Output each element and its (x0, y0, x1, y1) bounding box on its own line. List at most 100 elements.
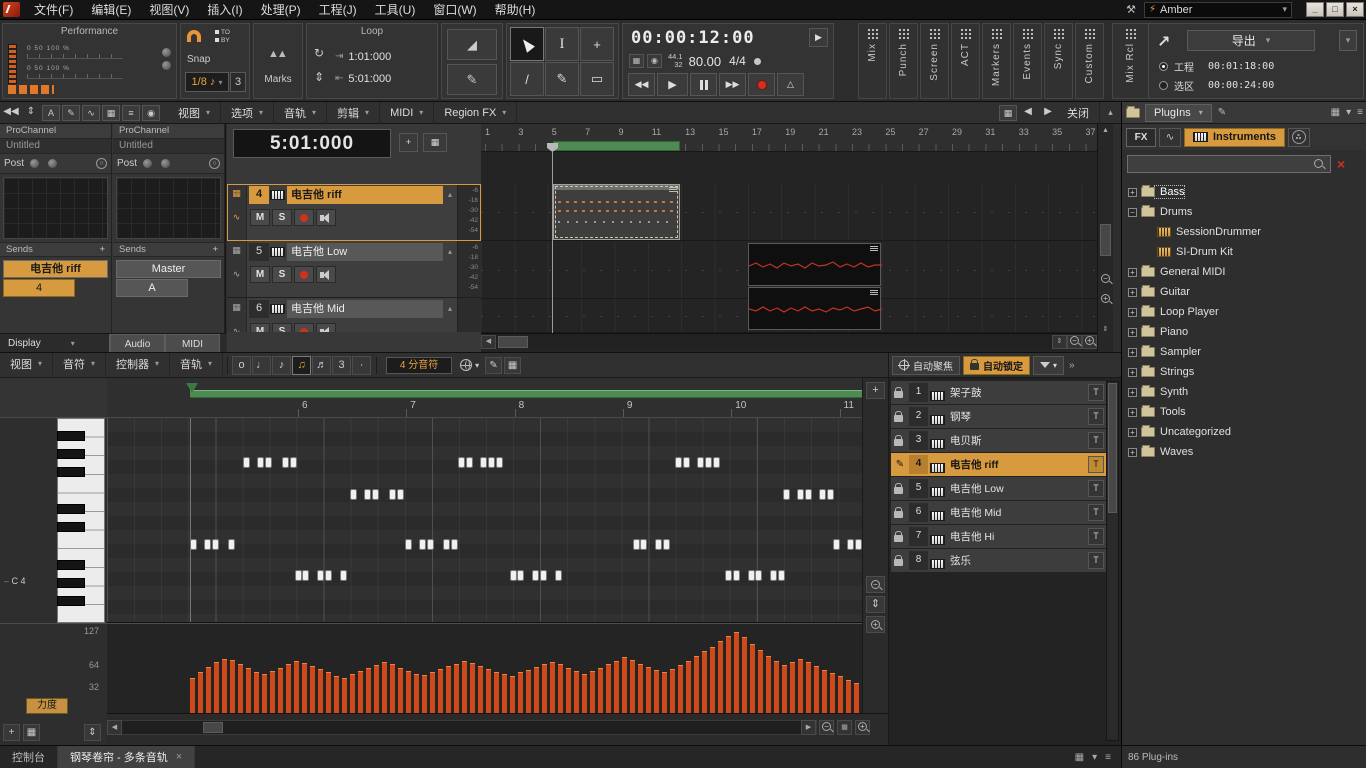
scrollbar-thumb[interactable] (203, 722, 223, 733)
pianoroll-track-2[interactable]: 2钢琴T (891, 405, 1106, 428)
scrollbar-thumb[interactable] (498, 336, 528, 348)
add-send-icon[interactable]: + (99, 244, 105, 255)
velocity-bar[interactable] (222, 659, 227, 713)
tab-audio[interactable]: Audio (110, 334, 165, 353)
expander-icon[interactable]: + (1128, 428, 1137, 437)
velocity-bar[interactable] (790, 662, 795, 713)
velocity-bar[interactable] (206, 667, 211, 713)
playhead[interactable] (552, 152, 553, 333)
velocity-bar[interactable] (310, 666, 315, 713)
velocity-bar[interactable] (254, 672, 259, 713)
clip-view-icon[interactable]: ▦ (232, 188, 241, 212)
midi-note[interactable] (458, 457, 465, 468)
pianoroll-track-7[interactable]: 7电吉他 HiT (891, 525, 1106, 548)
draw-tool-button2[interactable]: ✎ (545, 62, 579, 96)
velocity-bar[interactable] (390, 664, 395, 713)
midi-note[interactable] (405, 539, 412, 550)
clip-view-icon[interactable]: ▦ (232, 302, 241, 326)
track-header-4[interactable]: ▦∿4电吉他 riff▴MS-6-18-30-42-54 (227, 184, 481, 241)
midi-note[interactable] (419, 539, 426, 550)
velocity-bar[interactable] (742, 637, 747, 713)
overflow-icon[interactable]: » (1069, 360, 1075, 371)
velocity-bar[interactable] (398, 668, 403, 713)
layout-icon[interactable]: ▦ (1075, 752, 1084, 763)
module-button-act[interactable]: ACT (951, 23, 980, 99)
knob-icon[interactable] (162, 61, 171, 70)
menubar-item-0[interactable]: 文件(F) (25, 0, 82, 20)
layout-icon[interactable]: ▦ (1331, 107, 1340, 118)
erase-tool-button[interactable]: ▭ (580, 62, 614, 96)
pianoroll-track-3[interactable]: 3电贝斯T (891, 429, 1106, 452)
eq-display[interactable] (3, 177, 108, 239)
velocity-bar[interactable] (366, 668, 371, 713)
note-filter-button[interactable]: T (1088, 456, 1104, 473)
midi-note[interactable] (466, 457, 473, 468)
menubar-item-3[interactable]: 插入(I) (198, 0, 251, 20)
add-track-button[interactable]: + (399, 133, 418, 152)
loop-start-time[interactable]: ⇥1:01:000 (335, 48, 433, 65)
tab-plugins[interactable]: PlugIns▾ (1145, 104, 1212, 122)
midi-note[interactable] (755, 570, 762, 581)
vertical-scrollbar[interactable] (1106, 381, 1119, 741)
scrollbar-thumb[interactable] (1100, 224, 1111, 256)
scroll-left-icon[interactable]: ◀ (481, 335, 496, 349)
midi-note[interactable] (350, 489, 357, 500)
velocity-bar[interactable] (814, 666, 819, 713)
velocity-bar[interactable] (678, 665, 683, 713)
output-sub[interactable]: A (116, 279, 188, 297)
module-button-events[interactable]: Events (1013, 23, 1042, 99)
menubar-item-1[interactable]: 编辑(E) (82, 0, 140, 20)
trackview-menu-1[interactable]: 选项▾ (221, 102, 274, 124)
power-icon[interactable]: ○ (96, 158, 107, 169)
black-key[interactable] (57, 596, 85, 606)
velocity-bar[interactable] (830, 673, 835, 713)
expander-icon[interactable]: + (1128, 368, 1137, 377)
midi-note[interactable] (555, 570, 562, 581)
velocity-bar[interactable] (214, 662, 219, 713)
velocity-bar[interactable] (566, 668, 571, 713)
velocity-bar[interactable] (358, 671, 363, 713)
tree-item-sessiondrummer[interactable]: SessionDrummer (1122, 222, 1366, 242)
velocity-bar[interactable] (774, 661, 779, 713)
velocity-bar[interactable] (454, 664, 459, 713)
timing-tool-button[interactable]: / (510, 62, 544, 96)
note-filter-button[interactable]: T (1088, 480, 1104, 497)
velocity-bar[interactable] (462, 661, 467, 713)
midi-note[interactable] (212, 539, 219, 550)
tab-display[interactable]: Display▾ (0, 334, 110, 353)
automation-icon[interactable]: ∿ (233, 269, 241, 293)
clips-pane[interactable]: 135791113151719212325272931333537 (481, 124, 1097, 352)
matrix-icon[interactable]: ▦ (999, 105, 1017, 121)
loop-region[interactable] (553, 141, 680, 151)
black-key[interactable] (57, 504, 85, 514)
midi-clip[interactable] (553, 184, 680, 240)
sync-icon[interactable]: ▦ (629, 54, 644, 68)
radio-icon[interactable] (1159, 81, 1168, 90)
waveform-icon[interactable]: ∿ (82, 105, 100, 121)
timecode-display[interactable]: 00:00:12:00 (631, 28, 755, 48)
midi-note[interactable] (663, 539, 670, 550)
midi-note[interactable] (389, 489, 396, 500)
midi-note[interactable] (517, 570, 524, 581)
tree-item-loop-player[interactable]: +Loop Player (1122, 302, 1366, 322)
expander-icon[interactable]: + (1128, 328, 1137, 337)
velocity-bar[interactable] (726, 636, 731, 713)
solo-button[interactable]: S (272, 266, 292, 283)
velocity-bar[interactable] (342, 678, 347, 713)
module-button-screen[interactable]: Screen (920, 23, 949, 99)
midi-note[interactable] (325, 570, 332, 581)
midi-note[interactable] (257, 457, 264, 468)
tree-item-tools[interactable]: +Tools (1122, 402, 1366, 422)
close-button[interactable]: × (1346, 2, 1364, 17)
velocity-bar[interactable] (646, 667, 651, 713)
midi-note[interactable] (770, 570, 777, 581)
midi-note[interactable] (733, 570, 740, 581)
velocity-bar[interactable] (246, 668, 251, 713)
velocity-bar[interactable] (270, 671, 275, 713)
black-key[interactable] (57, 449, 85, 459)
velocity-bar[interactable] (542, 664, 547, 713)
tree-item-uncategorized[interactable]: +Uncategorized (1122, 422, 1366, 442)
note-duration-button-6[interactable]: · (352, 356, 371, 375)
loop-set-icon[interactable]: ⇕ (314, 70, 324, 84)
zoom-in-button[interactable]: + (855, 720, 870, 735)
